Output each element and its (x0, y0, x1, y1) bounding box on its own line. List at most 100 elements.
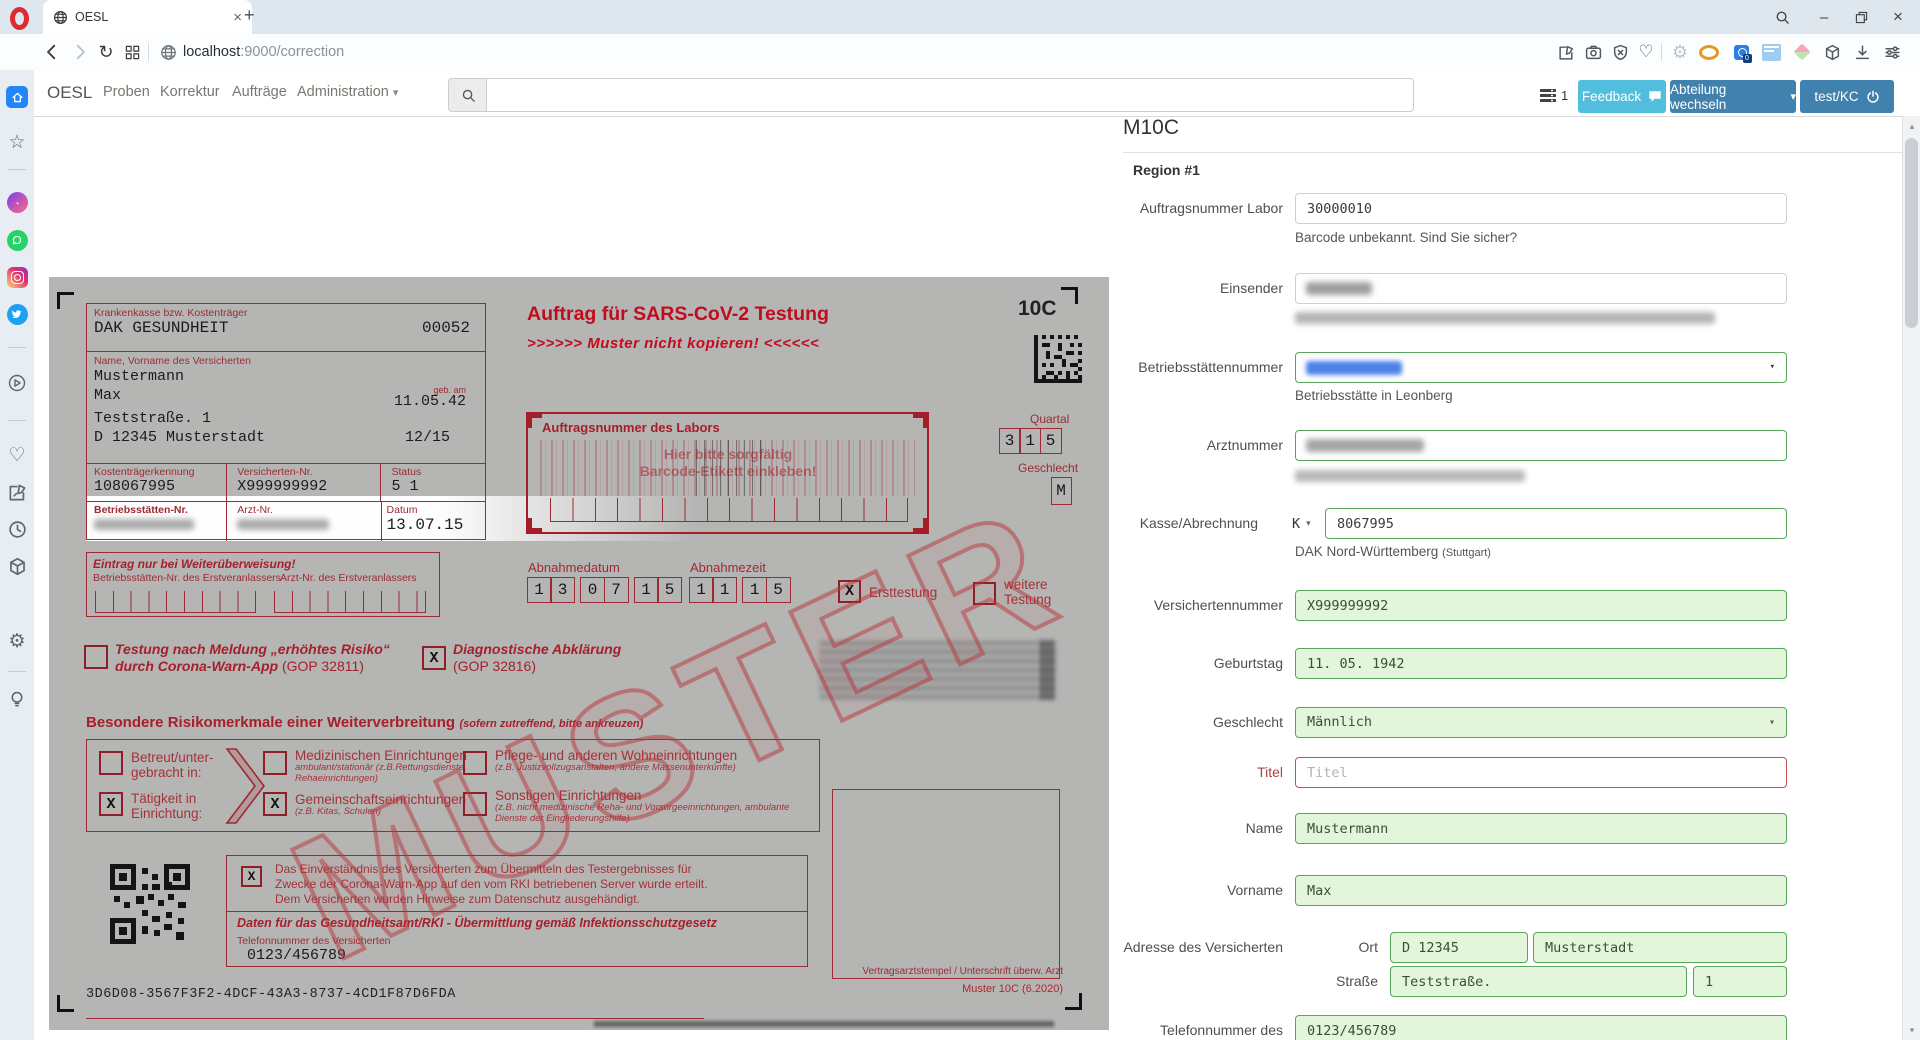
window-minimize-button[interactable]: – (1806, 0, 1842, 34)
label-titel: Titel (1050, 757, 1283, 788)
favorites-heart-icon[interactable]: ♡ (1636, 42, 1656, 62)
page-scrollbar[interactable]: ▴ ▾ (1902, 116, 1920, 1040)
tab-close-icon[interactable]: × (233, 10, 242, 25)
betriebsstaettennummer-combobox[interactable]: ▾ (1295, 352, 1787, 383)
downloads-icon[interactable] (1852, 42, 1872, 62)
user-session-button[interactable]: test/KC (1800, 80, 1894, 113)
nav-item-administration[interactable]: Administration ▾ (297, 70, 398, 115)
arztnummer-input[interactable] (1295, 430, 1787, 461)
window-close-button[interactable]: × (1880, 0, 1916, 34)
nav-item-auftraege[interactable]: Aufträge (232, 70, 287, 115)
plz-input[interactable] (1390, 932, 1528, 963)
strasse-input[interactable] (1390, 966, 1687, 997)
browser-tab[interactable]: OESL × (43, 0, 252, 34)
versichertennummer-input[interactable] (1295, 590, 1787, 621)
sidebar-instagram-icon[interactable] (6, 266, 28, 288)
speed-dial-tiles-icon[interactable] (122, 42, 142, 62)
betriebsstaette-helper: Betriebsstätte in Leonberg (1295, 388, 1453, 403)
stadt-input[interactable] (1533, 932, 1787, 963)
settings-gear-icon[interactable]: ⚙ (1670, 42, 1690, 62)
url-path: :9000/correction (240, 44, 344, 60)
vorname-input[interactable] (1295, 875, 1787, 906)
app-brand[interactable]: OESL (47, 70, 92, 115)
label-kasse: Kasse/Abrechnung (1025, 508, 1258, 539)
back-button-icon[interactable] (42, 42, 62, 62)
sidebar-star-icon[interactable]: ☆ (6, 131, 28, 153)
sidebar-lightbulb-icon[interactable] (6, 688, 28, 710)
feedback-button[interactable]: Feedback (1578, 80, 1666, 113)
label-ort: Ort (1280, 932, 1378, 963)
caret-down-icon: ▾ (1770, 353, 1775, 382)
label-arztnummer: Arztnummer (1050, 430, 1283, 461)
abnahmedatum-label: Abnahmedatum (528, 562, 620, 574)
stamp-caption: Vertragsarztstempel / Unterschrift überw… (843, 966, 1063, 977)
color-cube-extension-icon[interactable] (1792, 42, 1812, 62)
new-tab-button[interactable]: + (244, 5, 255, 26)
scrollbar-thumb[interactable] (1905, 138, 1918, 328)
reload-button-icon[interactable]: ↻ (96, 42, 116, 62)
package-box-icon[interactable] (1822, 42, 1842, 62)
sidebar-home-icon[interactable] (6, 86, 28, 108)
patient-lastname: Mustermann (94, 367, 478, 386)
auftragsnummer-input[interactable] (1295, 193, 1787, 224)
vpn-ring-extension-icon[interactable] (1699, 42, 1719, 62)
panel-divider (1123, 152, 1902, 153)
sidebar-twitter-icon[interactable] (6, 303, 28, 325)
sidebar-pinboard-icon[interactable] (6, 481, 28, 503)
label-versichertennummer: Versichertennummer (1050, 590, 1283, 621)
kasse-type-select[interactable]: K ▾ (1292, 508, 1311, 539)
redacted-arztnummer-helper (1295, 470, 1525, 482)
status-value: 5 1 (391, 478, 475, 495)
tune-sliders-icon[interactable] (1882, 42, 1902, 62)
sidebar-play-circle-icon[interactable] (6, 372, 28, 394)
doc-title: Auftrag für SARS-CoV-2 Testung (527, 303, 867, 326)
window-restore-button[interactable] (1843, 0, 1879, 34)
shield-block-icon[interactable] (1610, 42, 1630, 62)
reader-panel-extension-icon[interactable] (1761, 42, 1781, 62)
label-auftragsnummer: Auftragsnummer Labor (1050, 193, 1283, 224)
nav-item-korrektur[interactable]: Korrektur (160, 70, 220, 115)
power-icon (1866, 90, 1880, 104)
scan-corner-mark (1065, 993, 1082, 1010)
url-field[interactable]: localhost:9000/correction (183, 42, 344, 62)
sidebar-divider (8, 169, 26, 170)
name-input[interactable] (1295, 813, 1787, 844)
kasse-nummer-input[interactable] (1325, 508, 1787, 539)
sidebar-messenger-icon[interactable] (6, 191, 28, 213)
checkbox-betreut (99, 751, 123, 775)
search-button[interactable] (448, 78, 487, 112)
sidebar-gear-icon[interactable]: ⚙ (6, 630, 28, 652)
sidebar-history-clock-icon[interactable] (6, 518, 28, 540)
nav-item-proben[interactable]: Proben (103, 70, 150, 115)
checkbox-warnapp (84, 645, 108, 669)
opera-logo-icon[interactable] (10, 7, 29, 30)
sidebar-cube-icon[interactable] (6, 555, 28, 577)
geschlecht-select[interactable]: Männlich ▾ (1295, 707, 1787, 738)
bookmark-edit-icon[interactable] (1556, 42, 1576, 62)
browser-address-bar: ↻ localhost:9000/correction ♡ ⚙ (0, 34, 1920, 71)
label-betriebsstaettennummer: Betriebsstättennummer (1050, 352, 1283, 383)
scan-corner-mark (57, 292, 74, 309)
sidebar-whatsapp-icon[interactable] (6, 229, 28, 251)
scrollbar-down-icon[interactable]: ▾ (1903, 1022, 1920, 1038)
titel-input[interactable] (1295, 757, 1787, 788)
label-vorname: Vorname (1050, 875, 1283, 906)
queue-indicator[interactable]: 1 (1540, 88, 1568, 103)
telefonnummer-input[interactable] (1295, 1015, 1787, 1040)
switch-department-button[interactable]: Abteilung wechseln ▾ (1670, 80, 1796, 113)
snapshot-camera-icon[interactable] (1583, 42, 1603, 62)
forward-button-icon[interactable] (70, 42, 90, 62)
site-globe-icon[interactable] (158, 42, 178, 62)
tab-search-icon[interactable] (1764, 0, 1800, 34)
einsender-input[interactable] (1295, 273, 1787, 304)
quartal-label: Quartal (1030, 413, 1069, 425)
tab-favicon-globe-icon (53, 10, 68, 25)
queue-count: 1 (1561, 88, 1568, 103)
hausnummer-input[interactable] (1693, 966, 1787, 997)
sidebar-heart-icon[interactable]: ♡ (6, 444, 28, 466)
global-search-input[interactable] (486, 78, 1414, 112)
translator-extension-icon[interactable]: 0 (1731, 42, 1751, 62)
label-geburtstag: Geburtstag (1050, 648, 1283, 679)
geburtstag-input[interactable] (1295, 648, 1787, 679)
scrollbar-up-icon[interactable]: ▴ (1903, 118, 1920, 134)
